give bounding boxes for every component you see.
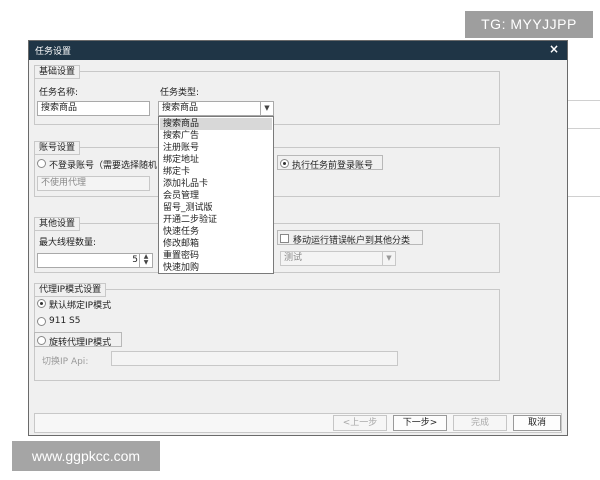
default-ip-label: 默认绑定IP模式 [49, 301, 112, 311]
no-login-label: 不登录账号（需要选择随机 [49, 161, 158, 171]
basic-settings-legend: 基础设置 [34, 65, 81, 79]
background-divider [568, 196, 600, 197]
task-type-dropdown: 搜索商品 搜索广告 注册账号 绑定地址 绑定卡 添加礼品卡 会员管理 留号_测试版 开通二步验证… [158, 116, 274, 274]
background-divider [568, 128, 600, 129]
prev-button[interactable]: <上一步 [333, 415, 387, 431]
dialog-title: 任务设置 [35, 47, 72, 57]
task-type-option[interactable]: 添加礼品卡 [160, 178, 272, 190]
watermark-bottom: www.ggpkcc.com [12, 441, 160, 471]
proxy-ip-legend: 代理IP模式设置 [34, 283, 107, 297]
task-type-select[interactable]: 搜索商品 ▼ [158, 101, 274, 116]
chevron-down-icon[interactable]: ▼ [260, 102, 273, 115]
task-type-option[interactable]: 快速加购 [160, 262, 272, 274]
s5-radio[interactable] [37, 317, 46, 326]
account-settings-legend: 账号设置 [34, 141, 81, 155]
task-type-selected: 搜索商品 [162, 103, 199, 113]
other-settings-legend: 其他设置 [34, 217, 81, 231]
task-type-option[interactable]: 修改邮箱 [160, 238, 272, 250]
proxy-select[interactable]: 不使用代理 [37, 176, 150, 191]
chevron-down-icon[interactable]: ▼ [382, 252, 395, 265]
task-type-option[interactable]: 注册账号 [160, 142, 272, 154]
no-login-radio[interactable] [37, 159, 46, 168]
default-ip-radio[interactable] [37, 299, 46, 308]
task-type-option[interactable]: 留号_测试版 [160, 202, 272, 214]
task-settings-dialog: 任务设置 × 基础设置 任务名称: 任务类型: 搜索商品 搜索商品 ▼ 账号设置… [28, 40, 568, 436]
task-type-label: 任务类型: [160, 88, 200, 98]
next-button[interactable]: 下一步> [393, 415, 447, 431]
task-type-option[interactable]: 搜索商品 [160, 118, 272, 130]
move-error-outline [277, 230, 423, 245]
s5-label: 911 S5 [49, 316, 81, 326]
task-type-option[interactable]: 绑定卡 [160, 166, 272, 178]
stepper-arrows-icon[interactable]: ▲ ▼ [139, 254, 152, 267]
max-threads-value: 5 [132, 255, 138, 265]
task-name-label: 任务名称: [39, 88, 79, 98]
watermark-top: TG: MYYJJPP [465, 11, 593, 38]
dialog-titlebar: 任务设置 × [29, 41, 567, 60]
background-divider [568, 100, 600, 101]
switch-api-input[interactable] [111, 351, 398, 366]
task-type-option[interactable]: 开通二步验证 [160, 214, 272, 226]
category-value: 测试 [284, 253, 303, 263]
task-type-option[interactable]: 会员管理 [160, 190, 272, 202]
max-threads-stepper[interactable]: 5 ▲ ▼ [37, 253, 153, 268]
task-type-option[interactable]: 绑定地址 [160, 154, 272, 166]
task-type-option[interactable]: 快速任务 [160, 226, 272, 238]
login-before-outline [277, 155, 383, 170]
task-type-option[interactable]: 搜索广告 [160, 130, 272, 142]
cancel-button[interactable]: 取消 [513, 415, 561, 431]
category-select[interactable]: 测试 ▼ [280, 251, 396, 266]
finish-button[interactable]: 完成 [453, 415, 507, 431]
switch-api-label: 切换IP Api: [42, 357, 89, 367]
rotate-ip-outline [34, 332, 122, 347]
close-icon[interactable]: × [549, 42, 559, 56]
task-type-option[interactable]: 重置密码 [160, 250, 272, 262]
max-threads-label: 最大线程数量: [39, 238, 97, 248]
proxy-placeholder: 不使用代理 [41, 178, 87, 188]
task-name-input[interactable]: 搜索商品 [37, 101, 150, 116]
